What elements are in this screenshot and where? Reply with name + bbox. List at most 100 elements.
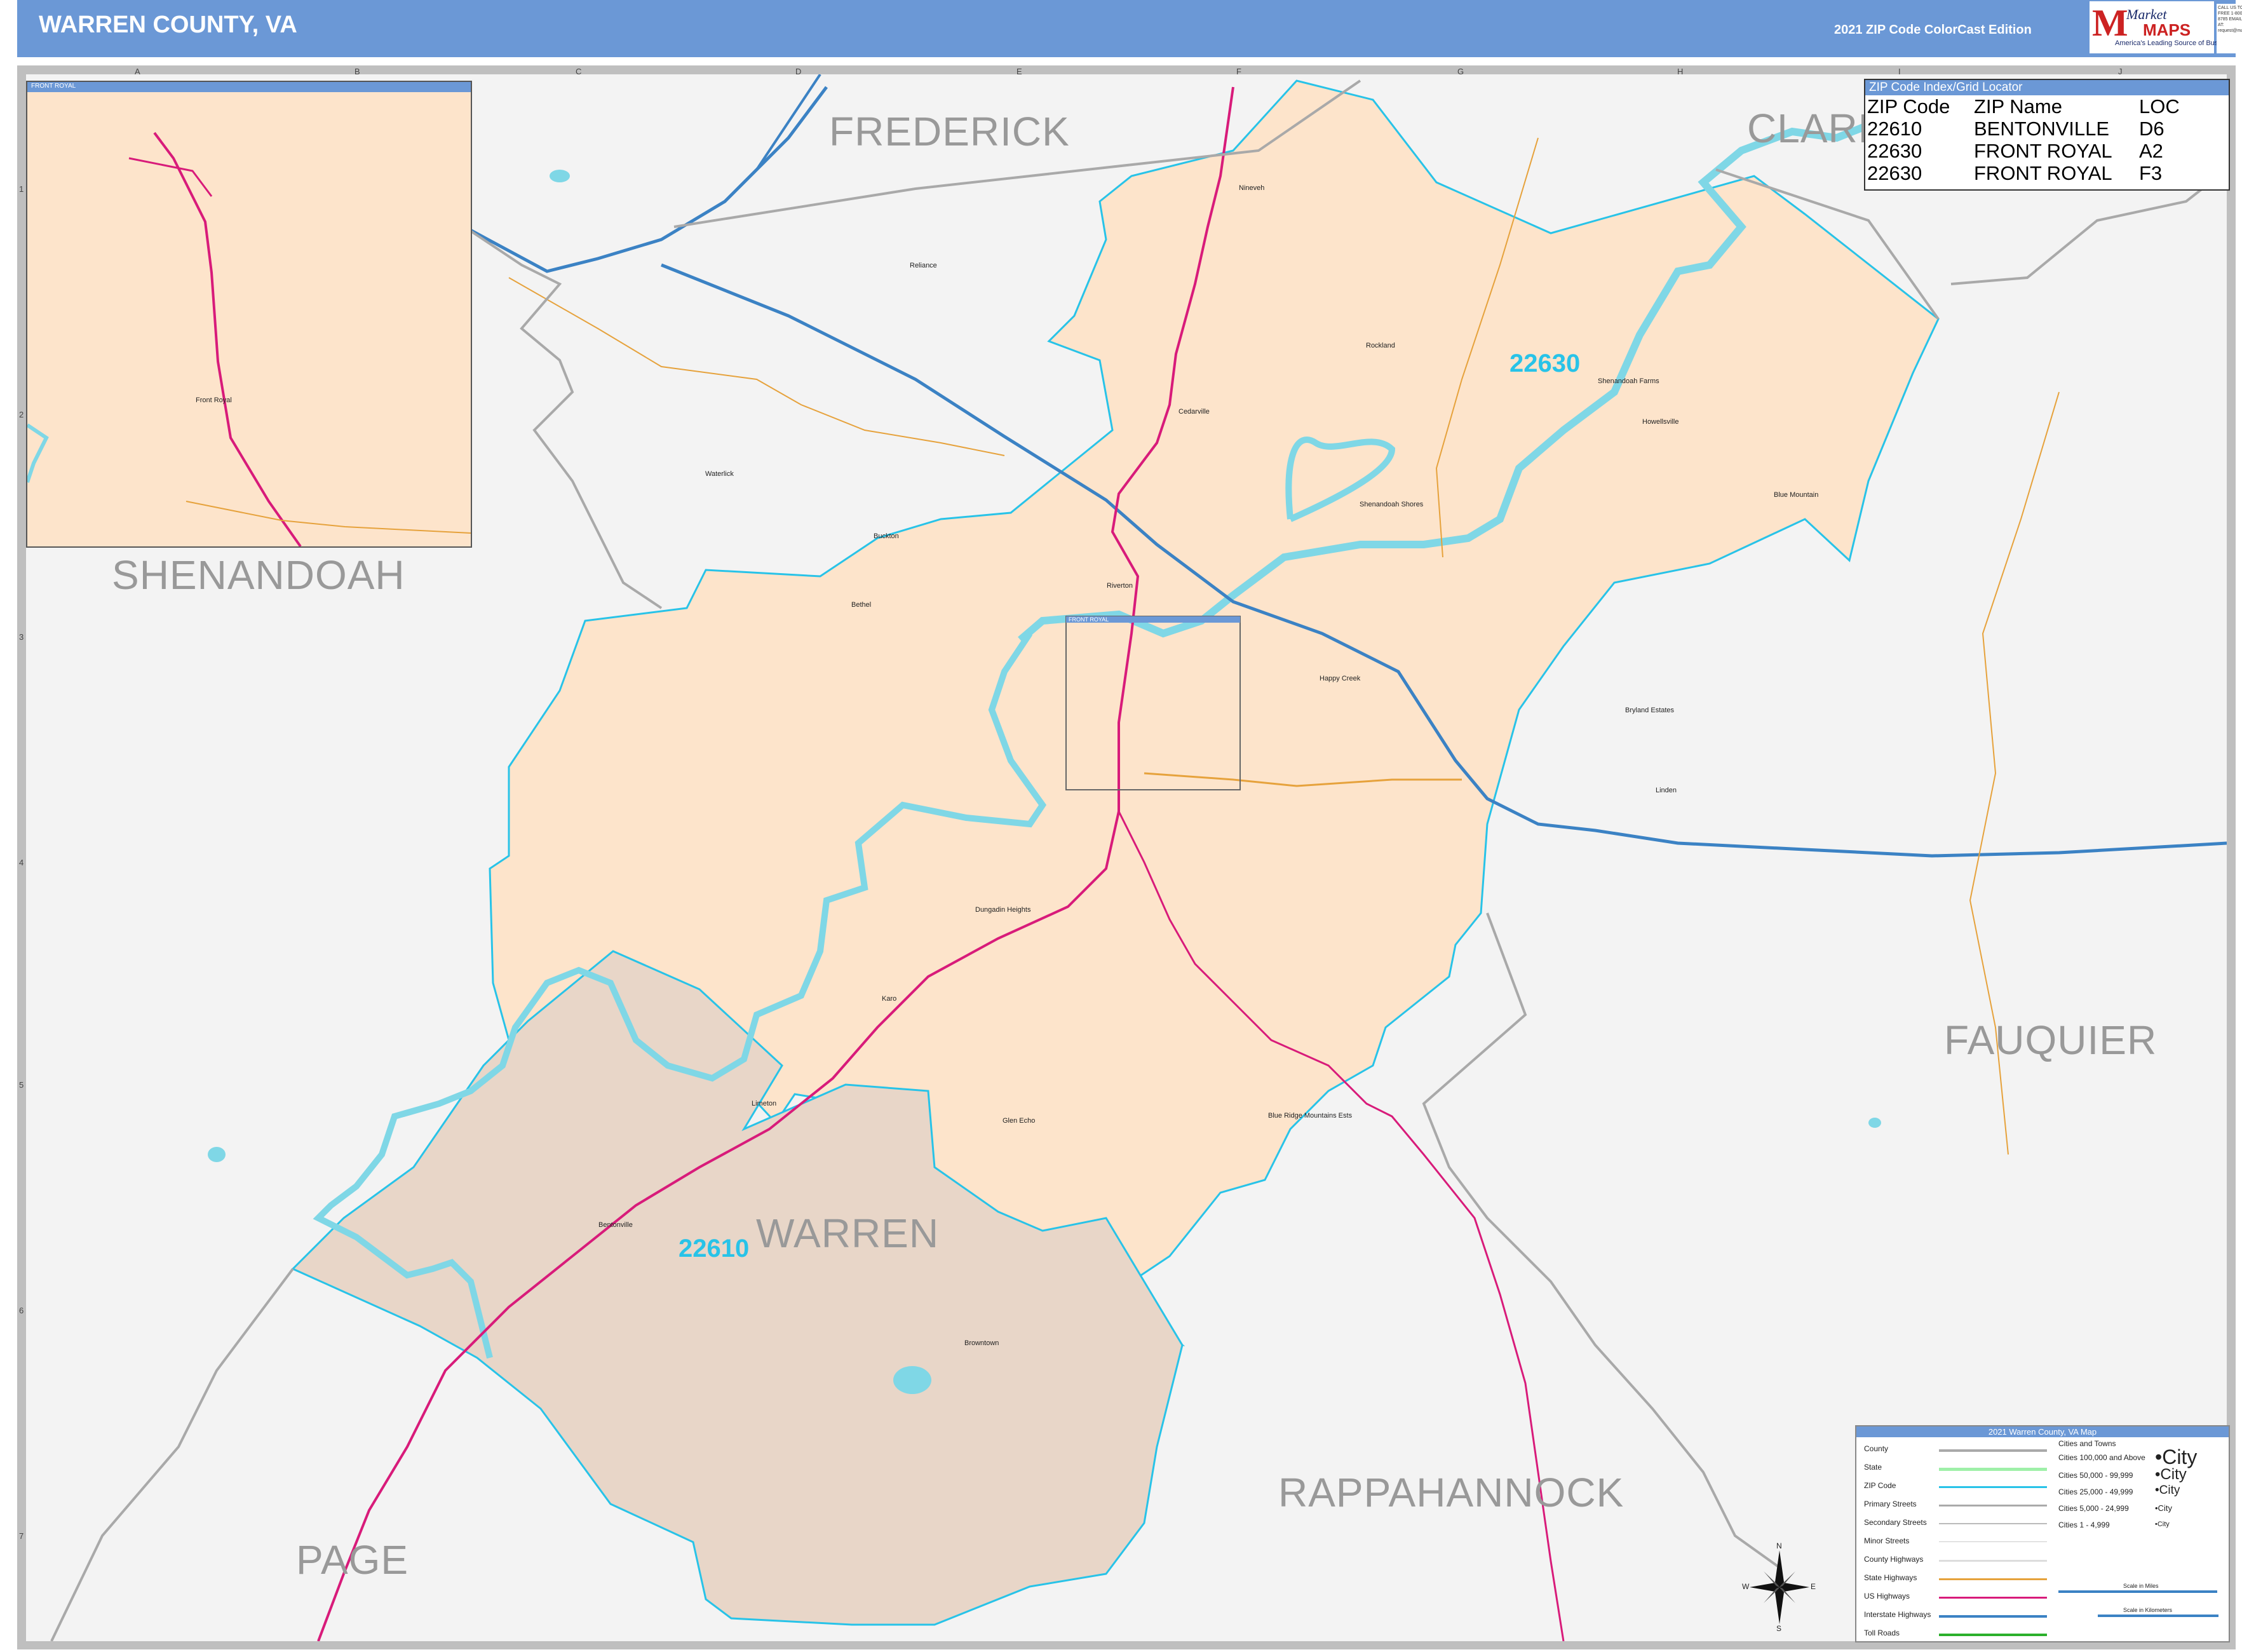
legend-city-class-3: Cities 25,000 - 49,999 bbox=[2058, 1487, 2133, 1496]
inset-us-highway-2 bbox=[128, 157, 213, 197]
county-label-clarke: CLARKE bbox=[1747, 105, 1868, 151]
zip-name-cell: FRONT ROYAL bbox=[1974, 140, 2112, 162]
inset-river bbox=[27, 423, 49, 483]
grid-row-6: 6 bbox=[19, 1306, 24, 1315]
legend-state-hwy: State Highways bbox=[1864, 1573, 1917, 1582]
legend-scale-km: Scale in Kilometers bbox=[2123, 1607, 2173, 1613]
zip-index-col-zip: ZIP Code bbox=[1867, 95, 1950, 118]
zip-index-header-row: ZIP Code ZIP Name LOC bbox=[1865, 95, 2229, 118]
county-label-page: PAGE bbox=[296, 1537, 409, 1583]
zip-loc-cell: F3 bbox=[2139, 162, 2163, 184]
logo-maps-text: MAPS bbox=[2143, 20, 2191, 39]
county-label-fauquier: FAUQUIER bbox=[1944, 1017, 2158, 1063]
legend-city-sample-5: •City bbox=[2155, 1520, 2170, 1528]
town-reliance: Reliance bbox=[910, 262, 937, 269]
county-label-warren: WARREN bbox=[756, 1210, 940, 1256]
legend-primary-line bbox=[1939, 1505, 2047, 1506]
county-label-frederick: FREDERICK bbox=[829, 109, 1070, 154]
legend-city-class-4: Cities 5,000 - 24,999 bbox=[2058, 1504, 2129, 1513]
town-karo: Karo bbox=[882, 995, 897, 1003]
legend-toll-line bbox=[1939, 1634, 2047, 1636]
legend-city-sample-3: •City bbox=[2155, 1484, 2180, 1497]
legend-county-hwy-line bbox=[1939, 1560, 2047, 1562]
town-linden: Linden bbox=[1656, 787, 1677, 794]
zip-label-22630: 22630 bbox=[1509, 349, 1581, 377]
compass-rose: N S W E bbox=[1742, 1541, 1816, 1633]
main-inset-label: FRONT ROYAL bbox=[1069, 616, 1109, 623]
legend-interstate: Interstate Highways bbox=[1864, 1610, 1931, 1619]
table-row: 22630 FRONT ROYAL A2 bbox=[1865, 140, 2229, 162]
legend-cities-header: Cities and Towns bbox=[2058, 1439, 2116, 1448]
legend-toll: Toll Roads bbox=[1864, 1628, 1900, 1637]
lake-browntown bbox=[893, 1366, 931, 1394]
edition-label: 2021 ZIP Code ColorCast Edition bbox=[1834, 23, 2032, 37]
front-royal-inset[interactable]: FRONT ROYAL Front Royal bbox=[26, 81, 472, 548]
town-glen-echo: Glen Echo bbox=[1003, 1117, 1036, 1125]
town-nineveh: Nineveh bbox=[1239, 184, 1265, 192]
town-waterlick: Waterlick bbox=[705, 470, 734, 478]
town-bethel: Bethel bbox=[851, 601, 872, 609]
town-shenandoah-shores: Shenandoah Shores bbox=[1360, 501, 1424, 508]
legend-zip: ZIP Code bbox=[1864, 1481, 1896, 1490]
grid-row-3: 3 bbox=[19, 632, 24, 642]
zip-loc-cell: D6 bbox=[2139, 118, 2164, 140]
compass-w: W bbox=[1742, 1582, 1750, 1591]
legend-city-class-5: Cities 1 - 4,999 bbox=[2058, 1520, 2110, 1529]
town-riverton: Riverton bbox=[1107, 582, 1133, 590]
town-dungadin-heights: Dungadin Heights bbox=[975, 906, 1031, 914]
legend-scale-miles-bar bbox=[2058, 1590, 2217, 1593]
inset-us-highway bbox=[153, 132, 302, 546]
compass-e: E bbox=[1811, 1582, 1816, 1591]
contact-box: CALL US TOLL FREE 1-800-334-8785 EMAIL U… bbox=[2217, 4, 2242, 53]
grid-row-1: 1 bbox=[19, 184, 24, 194]
town-rockland: Rockland bbox=[1366, 342, 1395, 349]
zip-label-22610: 22610 bbox=[679, 1235, 750, 1263]
legend-city-sample-2: •City bbox=[2155, 1466, 2187, 1483]
legend-zip-line bbox=[1939, 1486, 2047, 1488]
page-title: WARREN COUNTY, VA bbox=[39, 11, 297, 38]
compass-n: N bbox=[1776, 1541, 1782, 1550]
legend-state-line bbox=[1939, 1468, 2047, 1471]
legend-interstate-line bbox=[1939, 1615, 2047, 1618]
table-row: 22610 BENTONVILLE D6 bbox=[1865, 118, 2229, 140]
town-happy-creek: Happy Creek bbox=[1320, 675, 1361, 682]
inset-svg bbox=[27, 132, 471, 546]
inset-header: FRONT ROYAL bbox=[27, 82, 471, 92]
pond-3 bbox=[550, 170, 570, 182]
zip-loc-cell: A2 bbox=[2139, 140, 2163, 162]
legend-secondary: Secondary Streets bbox=[1864, 1518, 1927, 1527]
legend-state: State bbox=[1864, 1463, 1882, 1472]
zip-name-cell: BENTONVILLE bbox=[1974, 118, 2110, 140]
table-row: 22630 FRONT ROYAL F3 bbox=[1865, 162, 2229, 184]
legend-city-class-2: Cities 50,000 - 99,999 bbox=[2058, 1471, 2133, 1480]
town-blue-mountain: Blue Mountain bbox=[1774, 491, 1819, 499]
legend-city-sample-4: •City bbox=[2155, 1503, 2172, 1513]
grid-row-4: 4 bbox=[19, 858, 24, 867]
town-howellsville: Howellsville bbox=[1642, 418, 1679, 426]
zip-index-panel: ZIP Code Index/Grid Locator ZIP Code ZIP… bbox=[1864, 79, 2230, 191]
legend-city-class-1: Cities 100,000 and Above bbox=[2058, 1453, 2145, 1462]
town-cedarville: Cedarville bbox=[1178, 408, 1210, 416]
legend-minor: Minor Streets bbox=[1864, 1536, 1910, 1545]
county-label-rappahannock: RAPPAHANNOCK bbox=[1278, 1470, 1624, 1515]
legend-county-hwy: County Highways bbox=[1864, 1555, 1924, 1564]
market-maps-logo: M Market MAPS America's Leading Source o… bbox=[2090, 1, 2242, 53]
zip-index-title: ZIP Code Index/Grid Locator bbox=[1865, 80, 2229, 95]
zip-cell: 22630 bbox=[1867, 162, 1922, 184]
inset-town-front-royal: Front Royal bbox=[196, 396, 232, 404]
town-bryland-estates: Bryland Estates bbox=[1625, 707, 1675, 714]
zip-cell: 22610 bbox=[1867, 118, 1922, 140]
legend-scale-km-bar bbox=[2098, 1615, 2218, 1617]
grid-row-2: 2 bbox=[19, 410, 24, 419]
zip-cell: 22630 bbox=[1867, 140, 1922, 162]
legend-state-hwy-line bbox=[1939, 1578, 2047, 1580]
map-legend: 2021 Warren County, VA Map County State … bbox=[1855, 1425, 2230, 1642]
grid-row-7: 7 bbox=[19, 1531, 24, 1541]
town-buckton: Buckton bbox=[874, 532, 899, 540]
legend-county-line bbox=[1939, 1449, 2047, 1452]
town-shenandoah-farms: Shenandoah Farms bbox=[1598, 377, 1659, 385]
logo-m-glyph: M bbox=[2092, 2, 2128, 44]
legend-us-hwy-line bbox=[1939, 1597, 2047, 1599]
compass-icon bbox=[1750, 1550, 1809, 1624]
legend-title: 2021 Warren County, VA Map bbox=[1856, 1426, 2229, 1437]
